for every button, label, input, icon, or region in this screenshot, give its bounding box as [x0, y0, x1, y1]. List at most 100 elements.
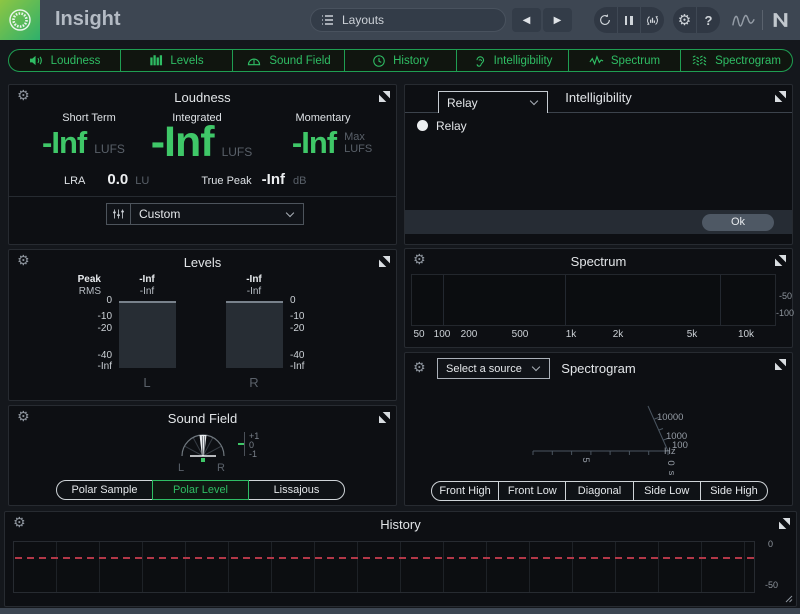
tab-loudness[interactable]: Loudness	[9, 50, 121, 71]
short-term-value: -Inf	[42, 125, 86, 161]
mode-lissajous-button[interactable]: Lissajous	[248, 480, 345, 500]
relay-radio[interactable]	[417, 120, 428, 131]
ok-button[interactable]: Ok	[702, 214, 774, 231]
help-icon[interactable]: ?	[697, 7, 720, 33]
mode-polar-sample-button[interactable]: Polar Sample	[56, 480, 153, 500]
expand-icon[interactable]	[775, 359, 786, 370]
lra-value: 0.0	[107, 171, 128, 188]
scale-label: -10	[72, 311, 112, 322]
scale-label: -Inf	[72, 361, 112, 372]
scale-label: -10	[290, 311, 304, 322]
back-button[interactable]: ◀	[512, 8, 541, 32]
forward-button[interactable]: ▶	[543, 8, 572, 32]
left-level-meter	[119, 301, 176, 368]
history-panel: ⚙ History 0 -50	[4, 511, 797, 607]
titlebar-divider	[762, 10, 763, 30]
ear-icon	[473, 54, 487, 68]
view-side-low-button[interactable]: Side Low	[633, 481, 701, 501]
view-front-high-button[interactable]: Front High	[431, 481, 499, 501]
settings-gear-icon[interactable]: ⚙	[673, 7, 696, 33]
reset-meters-icon[interactable]	[641, 7, 664, 33]
scale-label: -Inf	[290, 361, 304, 372]
history-plot	[13, 541, 755, 593]
mode-polar-level-button[interactable]: Polar Level	[152, 480, 249, 500]
insight-app-window: Insight Layouts ◀ ▶	[0, 0, 800, 614]
layouts-dropdown[interactable]: Layouts	[310, 8, 506, 32]
preset-value: Custom	[139, 207, 180, 221]
db-tick-label: 0	[768, 539, 773, 549]
tab-levels[interactable]: Levels	[121, 50, 233, 71]
time-tick-label: 5	[580, 457, 591, 462]
preset-sliders-icon	[107, 204, 131, 224]
title-bar: Insight Layouts ◀ ▶	[0, 0, 800, 40]
left-rms-value: -Inf	[117, 286, 177, 297]
spectrum-panel: ⚙ Spectrum 50 100 200 500 1k 2k 5k 10k -…	[404, 248, 793, 348]
integrated-unit: LUFS	[222, 145, 253, 159]
pause-icon[interactable]	[618, 7, 641, 33]
expand-icon[interactable]	[775, 91, 786, 102]
gridline	[565, 275, 566, 325]
scale-green-tick	[238, 443, 244, 445]
chevron-down-icon	[532, 363, 540, 371]
right-peak-value: -Inf	[224, 274, 284, 285]
sound-field-title: Sound Field	[9, 411, 396, 426]
expand-icon[interactable]	[775, 255, 786, 266]
expand-icon[interactable]	[779, 518, 790, 529]
izotope-logo	[0, 0, 40, 40]
tab-intelligibility[interactable]: Intelligibility	[457, 50, 569, 71]
hz-unit-label: Hz	[664, 446, 676, 457]
spectrogram-view-buttons: Front High Front Low Diagonal Side Low S…	[431, 481, 768, 501]
short-term-label: Short Term	[29, 112, 149, 124]
freq-tick-label: 10000	[657, 412, 683, 423]
reset-icon[interactable]	[594, 7, 617, 33]
freq-tick-label: 10k	[731, 329, 761, 340]
history-title: History	[5, 517, 796, 532]
intelligibility-source-dropdown[interactable]: Relay	[438, 91, 548, 113]
source-placeholder: Select a source	[446, 363, 522, 375]
tab-spectrogram[interactable]: Spectrogram	[681, 50, 792, 71]
view-side-high-button[interactable]: Side High	[700, 481, 768, 501]
view-diagonal-button[interactable]: Diagonal	[565, 481, 633, 501]
freq-tick-label: 200	[454, 329, 484, 340]
tab-spectrum[interactable]: Spectrum	[569, 50, 681, 71]
chevron-down-icon	[530, 97, 538, 105]
loudness-target-line	[15, 557, 755, 559]
layouts-icon	[321, 14, 334, 26]
scale-label: 0	[290, 295, 296, 306]
window-bottom-edge	[0, 608, 800, 614]
spectrum-plot	[411, 274, 776, 326]
signal-scribble-icon	[730, 12, 757, 28]
gridline	[720, 275, 721, 325]
relay-radio-label: Relay	[436, 119, 467, 133]
scale-label: -40	[72, 350, 112, 361]
expand-icon[interactable]	[379, 256, 390, 267]
expand-icon[interactable]	[379, 91, 390, 102]
left-channel-label: L	[117, 375, 177, 390]
tab-sound-field[interactable]: Sound Field	[233, 50, 345, 71]
freq-tick-label: 2k	[603, 329, 633, 340]
left-peak-value: -Inf	[117, 274, 177, 285]
sound-field-mode-buttons: Polar Sample Polar Level Lissajous	[56, 480, 345, 500]
db-tick-label: -50	[765, 580, 778, 590]
view-front-low-button[interactable]: Front Low	[498, 481, 566, 501]
freq-tick-label: 1k	[556, 329, 586, 340]
right-rms-value: -Inf	[224, 286, 284, 297]
tab-history[interactable]: History	[345, 50, 457, 71]
ni-logo	[770, 12, 791, 28]
expand-icon[interactable]	[379, 412, 390, 423]
layouts-label: Layouts	[342, 13, 384, 27]
freq-tick-label: 5k	[677, 329, 707, 340]
polar-right-label: R	[206, 462, 236, 474]
resize-handle[interactable]	[784, 594, 793, 603]
peak-label: Peak	[61, 274, 101, 285]
speaker-icon	[29, 54, 44, 67]
right-level-meter	[226, 301, 283, 368]
loudness-preset-dropdown[interactable]: Custom	[106, 203, 304, 225]
true-peak-value: -Inf	[262, 171, 285, 188]
gauge-icon	[246, 54, 262, 67]
spectrogram-source-dropdown[interactable]: Select a source	[437, 358, 550, 379]
db-tick-label: -50	[779, 291, 792, 301]
correlation-dot	[201, 458, 205, 462]
scale-label: -20	[290, 323, 304, 334]
scale-label: -20	[72, 323, 112, 334]
